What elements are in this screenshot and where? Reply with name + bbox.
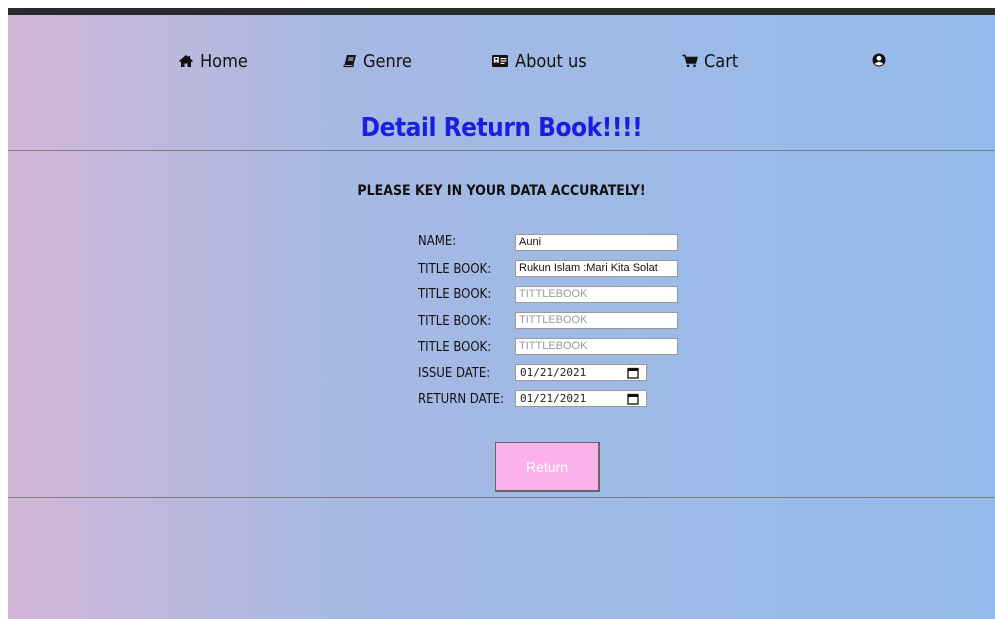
issue-date-label: ISSUE DATE: bbox=[418, 366, 491, 381]
calendar-icon[interactable] bbox=[627, 393, 639, 405]
issue-date-input[interactable]: 01/21/2021 bbox=[515, 364, 647, 381]
home-icon bbox=[179, 55, 193, 67]
title-book-3-input[interactable] bbox=[515, 312, 678, 329]
nav-home-label: Home bbox=[200, 50, 248, 72]
divider-top bbox=[8, 150, 995, 151]
cart-icon bbox=[682, 54, 698, 68]
nav-about-us[interactable]: About us bbox=[491, 50, 587, 72]
nav-cart[interactable]: Cart bbox=[682, 50, 738, 72]
form-instruction: PLEASE KEY IN YOUR DATA ACCURATELY! bbox=[357, 183, 646, 199]
id-card-icon bbox=[492, 55, 508, 67]
title-book-2-label: TITLE BOOK: bbox=[418, 287, 492, 302]
title-book-3-label: TITLE BOOK: bbox=[418, 314, 492, 329]
name-input[interactable] bbox=[515, 234, 678, 251]
return-date-label: RETURN DATE: bbox=[418, 392, 505, 407]
page-background: Home Genre About us Cart Detail Return B… bbox=[8, 15, 995, 619]
book-icon bbox=[343, 55, 356, 68]
nav-genre-label: Genre bbox=[363, 50, 413, 72]
title-book-1-label: TITLE BOOK: bbox=[418, 262, 492, 277]
calendar-icon[interactable] bbox=[627, 367, 639, 379]
return-date-input[interactable]: 01/21/2021 bbox=[515, 390, 647, 407]
nav-about-label: About us bbox=[515, 50, 587, 72]
user-circle-icon bbox=[872, 53, 886, 67]
nav-account[interactable] bbox=[872, 49, 892, 71]
nav-genre[interactable]: Genre bbox=[343, 50, 412, 72]
title-book-4-input[interactable] bbox=[515, 338, 678, 355]
divider-bottom bbox=[8, 497, 995, 498]
issue-date-value: 01/21/2021 bbox=[520, 366, 587, 379]
nav-cart-label: Cart bbox=[704, 50, 739, 72]
page-title: Detail Return Book!!!! bbox=[360, 113, 643, 143]
return-date-value: 01/21/2021 bbox=[520, 392, 587, 405]
top-bar bbox=[8, 8, 995, 15]
name-label: NAME: bbox=[418, 234, 457, 249]
return-button[interactable]: Return bbox=[495, 442, 600, 492]
nav-home[interactable]: Home bbox=[178, 50, 248, 72]
title-book-1-input[interactable] bbox=[515, 260, 678, 277]
title-book-4-label: TITLE BOOK: bbox=[418, 340, 492, 355]
title-book-2-input[interactable] bbox=[515, 286, 678, 303]
